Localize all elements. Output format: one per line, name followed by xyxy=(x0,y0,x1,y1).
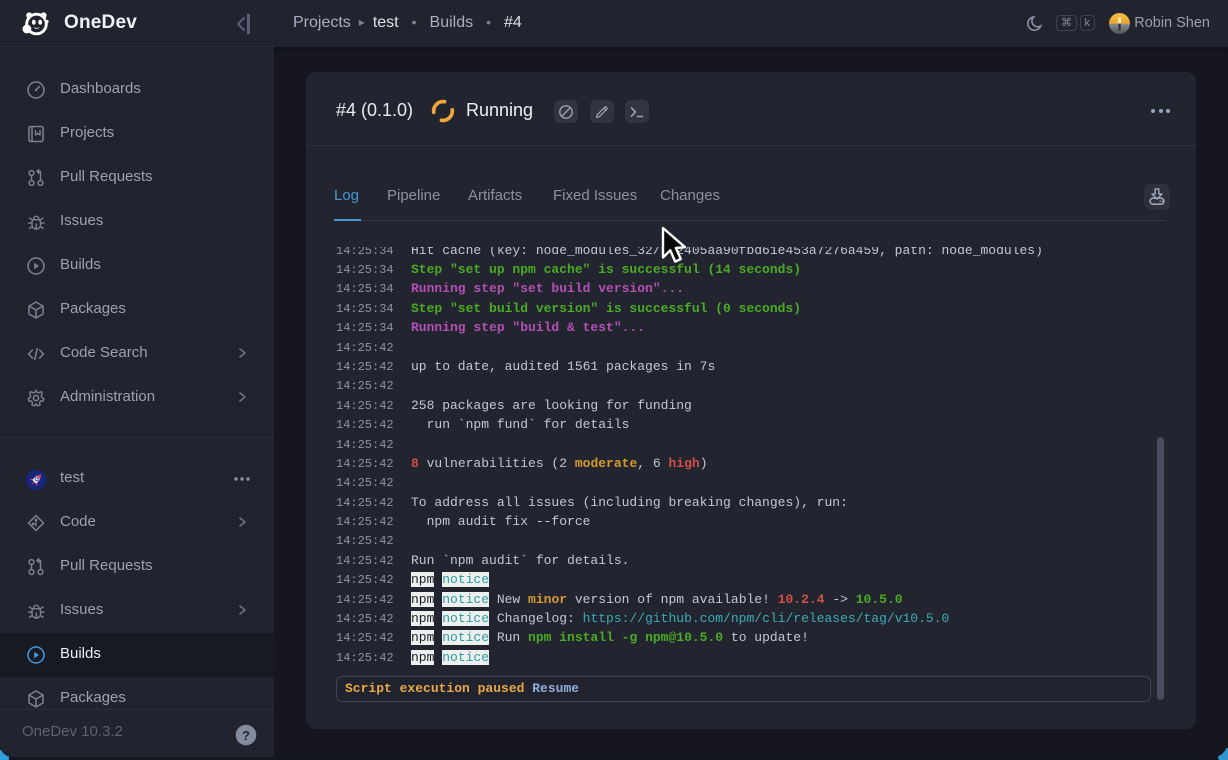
svg-text:?: ? xyxy=(242,728,250,743)
